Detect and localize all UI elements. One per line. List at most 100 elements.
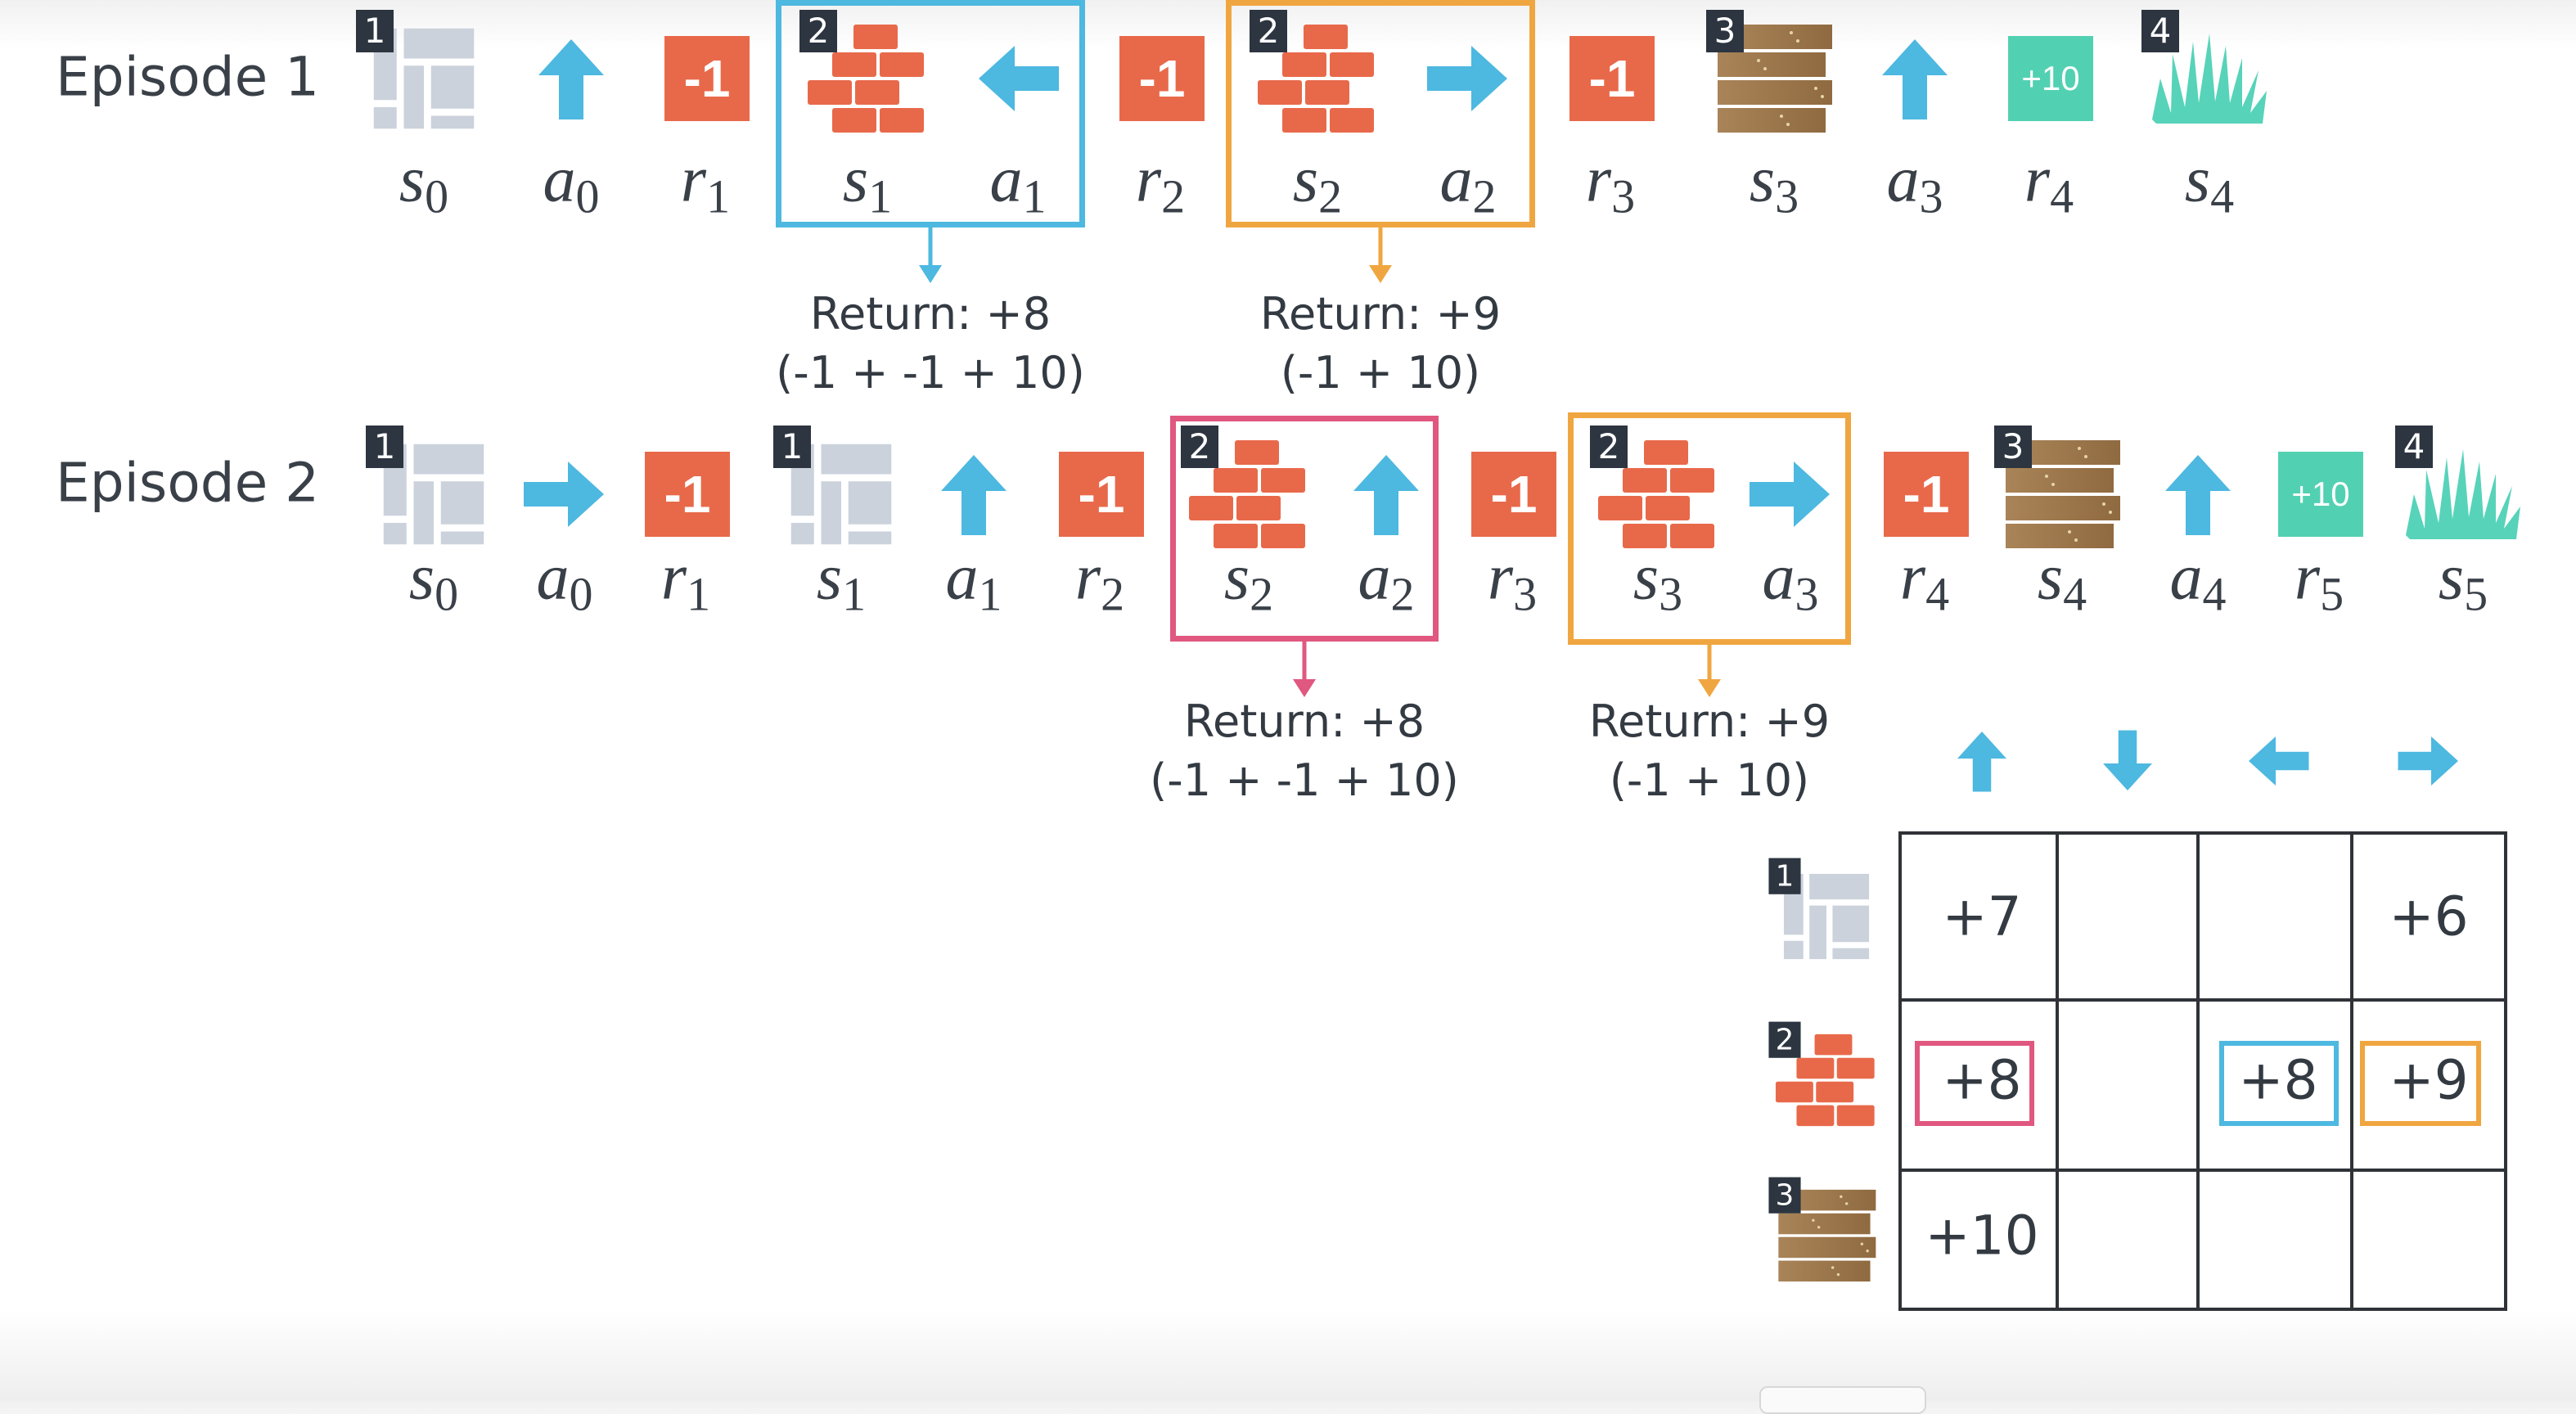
symbol-subscript: 0 xyxy=(575,169,600,223)
grass-tile: 4 xyxy=(2395,426,2524,552)
concrete-tile: 1 xyxy=(366,426,495,552)
return-value: Return: +8 xyxy=(809,288,1052,340)
concrete-tile: 1 xyxy=(773,426,903,552)
state-number-badge: 3 xyxy=(1994,426,2032,468)
reward-tile: -1 xyxy=(1099,21,1222,136)
arrow-down-icon xyxy=(2103,730,2152,790)
table-divider xyxy=(2056,835,2059,1308)
arrow-down-icon xyxy=(1369,265,1392,283)
symbol-subscript: 4 xyxy=(2063,567,2087,621)
reward-tile: +10 xyxy=(2258,437,2380,552)
table-divider xyxy=(1902,1169,2504,1172)
symbol-subscript: 4 xyxy=(2050,169,2074,223)
step-symbol: r4 xyxy=(2024,143,2074,224)
arrow-up-icon xyxy=(1957,732,2006,792)
arrow-up-icon xyxy=(1882,39,1948,119)
return-connector xyxy=(928,227,933,267)
symbol-subscript: 2 xyxy=(1161,169,1186,223)
step-symbol: s4 xyxy=(2038,541,2087,622)
arrow-up-icon xyxy=(538,39,604,119)
step-symbol: s3 xyxy=(1750,143,1799,224)
state-action-highlight xyxy=(1226,0,1535,227)
reward-value: +10 xyxy=(2278,452,2363,537)
symbol-letter: r xyxy=(1899,541,1926,614)
brick-tile: 2 xyxy=(1768,1021,1879,1129)
reward-value: -1 xyxy=(1569,36,1655,121)
symbol-subscript: 4 xyxy=(1925,567,1950,621)
symbol-subscript: 3 xyxy=(1513,567,1538,621)
arrow-up-tile xyxy=(2137,437,2259,552)
reward-value: -1 xyxy=(1471,452,1556,537)
symbol-letter: r xyxy=(1135,143,1162,216)
symbol-subscript: 3 xyxy=(1775,169,1799,223)
state-number-badge: 1 xyxy=(1768,858,1801,894)
state-number-badge: 2 xyxy=(1768,1021,1801,1058)
wood-tile: 3 xyxy=(1768,1177,1879,1285)
q-value-highlight xyxy=(2360,1041,2481,1126)
return-connector xyxy=(1707,645,1712,681)
arrow-up-icon xyxy=(2165,455,2231,535)
symbol-subscript: 5 xyxy=(2320,567,2344,621)
q-value-highlight xyxy=(2219,1041,2339,1126)
step-symbol: r1 xyxy=(681,143,730,224)
step-symbol: a0 xyxy=(537,541,593,622)
arrow-down-tile xyxy=(2082,718,2174,804)
symbol-subscript: 5 xyxy=(2464,567,2488,621)
reward-tile: -1 xyxy=(1038,437,1161,552)
return-annotation: Return: +9 (-1 + 10) xyxy=(1260,285,1501,403)
episode-label: Episode 2 xyxy=(56,451,320,515)
symbol-letter: r xyxy=(2294,541,2321,614)
step-symbol: s0 xyxy=(409,541,458,622)
step-symbol: a1 xyxy=(946,541,1002,622)
symbol-letter: r xyxy=(1487,541,1514,614)
symbol-letter: r xyxy=(660,541,687,614)
step-symbol: r2 xyxy=(1075,541,1124,622)
arrow-up-icon xyxy=(941,455,1007,535)
arrow-right-icon xyxy=(2398,736,2458,786)
return-annotation: Return: +9 (-1 + 10) xyxy=(1589,692,1830,810)
return-connector xyxy=(1378,227,1383,267)
symbol-letter: r xyxy=(2024,143,2051,216)
return-annotation: Return: +8 (-1 + -1 + 10) xyxy=(776,285,1085,403)
return-formula: (-1 + -1 + 10) xyxy=(1150,754,1459,806)
symbol-subscript: 0 xyxy=(569,567,593,621)
step-symbol: a4 xyxy=(2170,541,2227,622)
grass-tile: 4 xyxy=(2141,10,2271,136)
symbol-subscript: 0 xyxy=(435,567,459,621)
arrow-up-tile xyxy=(1853,21,1976,136)
symbol-subscript: 1 xyxy=(842,567,867,621)
return-value: Return: +9 xyxy=(1588,696,1831,747)
symbol-letter: s xyxy=(2037,541,2064,614)
symbol-letter: a xyxy=(543,143,576,216)
concrete-tile: 1 xyxy=(356,10,485,136)
symbol-subscript: 4 xyxy=(2202,567,2227,621)
state-action-highlight xyxy=(1170,416,1439,642)
step-symbol: s1 xyxy=(817,541,866,622)
reward-value: -1 xyxy=(1119,36,1205,121)
q-value: +10 xyxy=(1925,1204,2039,1268)
symbol-letter: s xyxy=(816,541,843,614)
symbol-letter: r xyxy=(1585,143,1612,216)
symbol-subscript: 0 xyxy=(425,169,449,223)
step-symbol: r4 xyxy=(1900,541,1949,622)
bottom-tab[interactable] xyxy=(1759,1386,1926,1414)
arrow-right-icon xyxy=(524,462,604,527)
symbol-subscript: 1 xyxy=(978,567,1002,621)
symbol-letter: a xyxy=(2169,541,2203,614)
symbol-subscript: 1 xyxy=(687,567,711,621)
state-action-highlight xyxy=(776,0,1085,227)
return-formula: (-1 + 10) xyxy=(1609,754,1810,806)
wood-tile: 3 xyxy=(1994,426,2123,552)
state-number-badge: 1 xyxy=(773,426,811,468)
state-number-badge: 4 xyxy=(2395,426,2433,468)
reward-value: +10 xyxy=(2008,36,2093,121)
reward-value: -1 xyxy=(1059,452,1144,537)
q-value: +6 xyxy=(2389,885,2469,948)
reward-value: -1 xyxy=(645,452,730,537)
table-divider xyxy=(2196,835,2200,1308)
symbol-letter: a xyxy=(1886,143,1920,216)
reward-value: -1 xyxy=(1884,452,1969,537)
reward-tile: -1 xyxy=(1451,437,1574,552)
arrow-up-tile xyxy=(912,437,1035,552)
symbol-subscript: 3 xyxy=(1611,169,1636,223)
